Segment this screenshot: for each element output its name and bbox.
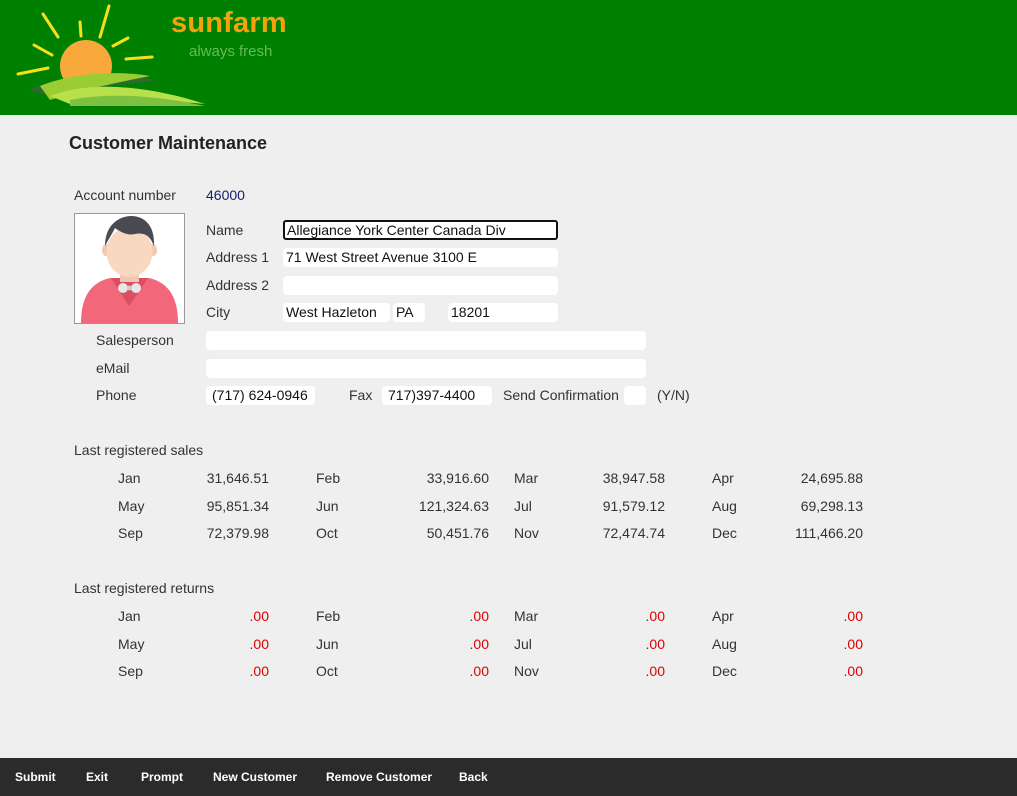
returns-section-title: Last registered returns <box>74 580 215 596</box>
address1-field[interactable] <box>283 248 558 267</box>
returns-month-label: Dec <box>712 663 737 679</box>
new-customer-button[interactable]: New Customer <box>213 758 297 796</box>
returns-month-label: Aug <box>712 635 737 652</box>
prompt-button[interactable]: Prompt <box>141 758 183 796</box>
sales-month-label: Feb <box>316 470 341 486</box>
returns-month-label: Nov <box>514 663 539 679</box>
name-label: Name <box>206 222 244 238</box>
address2-label: Address 2 <box>206 277 270 293</box>
account-number-value: 46000 <box>206 187 245 203</box>
returns-month-label: Jan <box>118 608 141 624</box>
send-confirmation-field[interactable] <box>624 386 646 405</box>
sales-month-label: Apr <box>712 470 734 486</box>
sales-month-label: Jan <box>118 470 141 486</box>
sales-month-label: Mar <box>514 470 539 486</box>
returns-amount: .00 <box>469 608 489 624</box>
returns-amount: .00 <box>645 608 665 624</box>
address2-field[interactable] <box>283 276 558 295</box>
sales-section-title: Last registered sales <box>74 442 204 458</box>
returns-month-label: Apr <box>712 608 734 624</box>
submit-button[interactable]: Submit <box>15 758 56 796</box>
sales-amount: 111,466.20 <box>795 525 863 541</box>
returns-month-label: Oct <box>316 663 338 679</box>
sales-month-label: Dec <box>712 525 737 541</box>
sales-month-label: Sep <box>118 525 143 541</box>
city-field[interactable] <box>283 303 390 322</box>
returns-amount: .00 <box>645 663 665 679</box>
phone-field[interactable] <box>206 386 315 405</box>
sales-amount: 72,474.74 <box>602 525 665 541</box>
remove-customer-button[interactable]: Remove Customer <box>326 758 432 796</box>
exit-button[interactable]: Exit <box>86 758 108 796</box>
returns-month-label: Mar <box>514 608 539 624</box>
sales-amount: 91,579.12 <box>602 497 665 514</box>
fax-field[interactable] <box>382 386 492 405</box>
returns-month-label: Jun <box>316 635 339 652</box>
sales-amount: 31,646.51 <box>206 470 269 486</box>
sales-amount: 33,916.60 <box>426 470 489 486</box>
sales-amount: 69,298.13 <box>800 497 863 514</box>
send-confirmation-label: Send Confirmation <box>503 387 619 403</box>
returns-amount: .00 <box>249 608 269 624</box>
account-number-label: Account number <box>74 187 176 203</box>
returns-amount: .00 <box>469 635 489 652</box>
customer-photo <box>74 213 185 324</box>
app-header: sunfarm always fresh <box>0 0 1017 115</box>
name-field[interactable] <box>283 220 558 240</box>
city-label: City <box>206 304 231 320</box>
back-button[interactable]: Back <box>459 758 488 796</box>
sales-amount: 121,324.63 <box>418 497 489 514</box>
yn-hint: (Y/N) <box>657 387 690 403</box>
sales-amount: 50,451.76 <box>426 525 489 541</box>
zip-field[interactable] <box>448 303 558 322</box>
page-title: Customer Maintenance <box>69 133 268 153</box>
sales-month-label: Aug <box>712 497 737 514</box>
returns-month-label: Sep <box>118 663 143 679</box>
fax-label: Fax <box>349 387 373 403</box>
sales-amount: 24,695.88 <box>800 470 863 486</box>
brand-tagline: always fresh <box>189 43 273 60</box>
returns-amount: .00 <box>843 663 863 679</box>
returns-amount: .00 <box>645 635 665 652</box>
returns-month-label: Feb <box>316 608 341 624</box>
returns-amount: .00 <box>249 663 269 679</box>
returns-amount: .00 <box>843 635 863 652</box>
sales-month-label: Jul <box>514 497 532 514</box>
state-field[interactable] <box>393 303 425 322</box>
sales-amount: 38,947.58 <box>602 470 665 486</box>
avatar-icon <box>81 216 178 323</box>
address1-label: Address 1 <box>206 249 270 265</box>
footer-toolbar: Submit Exit Prompt New Customer Remove C… <box>0 758 1017 796</box>
email-label: eMail <box>96 360 130 376</box>
email-field[interactable] <box>206 359 646 378</box>
sales-month-label: Jun <box>316 497 339 514</box>
returns-month-label: Jul <box>514 635 532 652</box>
salesperson-field[interactable] <box>206 331 646 350</box>
returns-month-label: May <box>118 635 145 652</box>
salesperson-label: Salesperson <box>96 332 174 348</box>
returns-amount: .00 <box>249 635 269 652</box>
sales-amount: 95,851.34 <box>206 497 269 514</box>
returns-amount: .00 <box>469 663 489 679</box>
sales-month-label: Nov <box>514 525 539 541</box>
sales-month-label: May <box>118 497 145 514</box>
brand-name: sunfarm <box>171 7 287 39</box>
returns-amount: .00 <box>843 608 863 624</box>
sales-month-label: Oct <box>316 525 338 541</box>
sales-amount: 72,379.98 <box>206 525 269 541</box>
phone-label: Phone <box>96 387 137 403</box>
